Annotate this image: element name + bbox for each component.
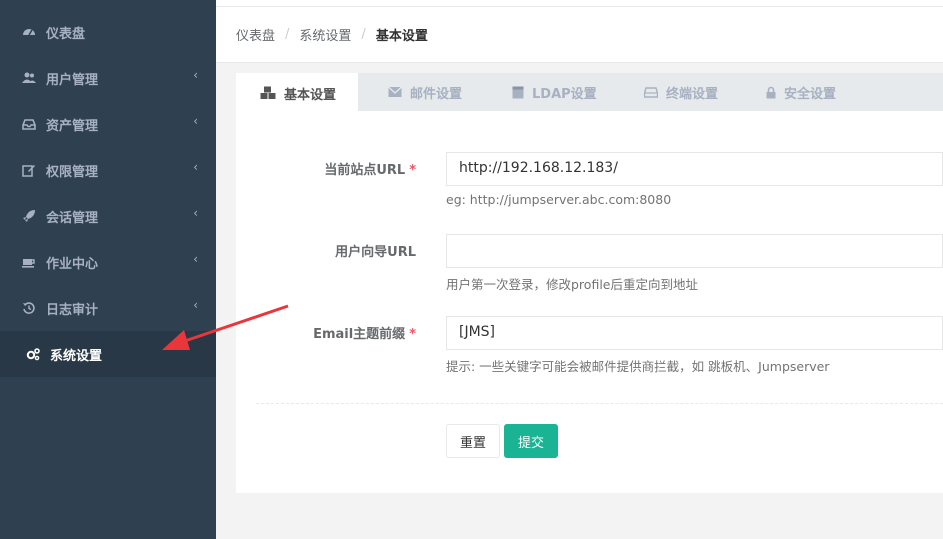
sidebar-item-users[interactable]: 用户管理 ‹ <box>0 55 216 101</box>
rocket-icon <box>22 209 36 223</box>
lock-icon <box>766 86 776 99</box>
basic-settings-panel: 当前站点URL * http://192.168.12.183/ eg: http… <box>236 111 943 493</box>
tab-label: 邮件设置 <box>410 86 463 102</box>
tab-label: LDAP设置 <box>532 86 597 102</box>
database-icon <box>512 86 524 99</box>
user-guide-url-help: 用户第一次登录，修改profile后重定向到地址 <box>446 277 698 292</box>
sidebar-item-label: 作业中心 <box>46 256 99 272</box>
sidebar-item-sessions[interactable]: 会话管理 ‹ <box>0 193 216 239</box>
email-prefix-help: 提示: 一些关键字可能会被邮件提供商拦截，如 跳板机、Jumpserver <box>446 359 830 374</box>
sidebar-item-label: 仪表盘 <box>46 26 86 42</box>
sidebar: 仪表盘 用户管理 ‹ 资产管理 ‹ 权限管理 ‹ 会话管理 ‹ 作业中心 ‹ 日… <box>0 0 216 539</box>
chevron-left-icon: ‹ <box>193 68 198 82</box>
dashboard-icon <box>22 25 36 39</box>
sidebar-item-label: 系统设置 <box>50 348 103 364</box>
site-url-label: 当前站点URL * <box>324 163 416 178</box>
annotation-arrow-icon <box>162 304 289 350</box>
sidebar-item-dashboard[interactable]: 仪表盘 <box>0 9 216 55</box>
sidebar-item-label: 日志审计 <box>46 302 99 318</box>
history-icon <box>22 301 36 315</box>
settings-tabs: 基本设置 邮件设置 LDAP设置 终端设置 安全设置 <box>236 73 943 113</box>
sidebar-item-permissions[interactable]: 权限管理 ‹ <box>0 147 216 193</box>
top-navbar <box>216 0 943 7</box>
sidebar-item-label: 权限管理 <box>46 164 99 180</box>
tab-ldap-settings[interactable]: LDAP设置 <box>512 73 597 111</box>
tab-basic-settings[interactable]: 基本设置 <box>236 73 359 113</box>
sidebar-item-label: 会话管理 <box>46 210 99 226</box>
chevron-left-icon: ‹ <box>193 206 198 220</box>
email-prefix-input[interactable]: [JMS] <box>446 316 943 350</box>
breadcrumb-item-system-settings[interactable]: 系统设置 <box>299 25 351 44</box>
required-marker: * <box>409 327 416 342</box>
breadcrumb-separator: / <box>285 27 290 42</box>
form-divider <box>256 403 943 404</box>
tab-email-settings[interactable]: 邮件设置 <box>388 73 462 111</box>
inbox-icon <box>22 117 36 131</box>
breadcrumb-separator: / <box>361 27 366 42</box>
breadcrumb: 仪表盘 / 系统设置 / 基本设置 <box>216 7 943 63</box>
sidebar-item-assets[interactable]: 资产管理 ‹ <box>0 101 216 147</box>
tab-terminal-settings[interactable]: 终端设置 <box>644 73 718 111</box>
coffee-icon <box>22 255 36 269</box>
sidebar-item-label: 资产管理 <box>46 118 99 134</box>
chevron-left-icon: ‹ <box>193 252 198 266</box>
hdd-icon <box>644 86 658 98</box>
chevron-left-icon: ‹ <box>193 114 198 128</box>
tab-label: 安全设置 <box>784 86 837 102</box>
sidebar-item-jobs[interactable]: 作业中心 ‹ <box>0 239 216 285</box>
site-url-input[interactable]: http://192.168.12.183/ <box>446 152 943 186</box>
site-url-help: eg: http://jumpserver.abc.com:8080 <box>446 192 672 207</box>
tab-label: 终端设置 <box>666 86 719 102</box>
sidebar-item-label: 用户管理 <box>46 72 99 88</box>
users-icon <box>22 71 36 85</box>
breadcrumb-item-basic-settings: 基本设置 <box>375 29 428 44</box>
user-guide-url-label: 用户向导URL <box>335 245 416 260</box>
cubes-icon <box>260 86 276 100</box>
tab-label: 基本设置 <box>284 87 337 103</box>
required-marker: * <box>409 163 416 178</box>
breadcrumb-item-dashboard[interactable]: 仪表盘 <box>236 25 275 44</box>
edit-icon <box>22 163 36 177</box>
chevron-left-icon: ‹ <box>193 160 198 174</box>
submit-button[interactable]: 提交 <box>504 424 558 458</box>
envelope-icon <box>388 86 402 98</box>
reset-button[interactable]: 重置 <box>446 424 500 458</box>
user-guide-url-input[interactable] <box>446 234 943 268</box>
cogs-icon <box>26 347 40 361</box>
tab-security-settings[interactable]: 安全设置 <box>766 73 836 111</box>
